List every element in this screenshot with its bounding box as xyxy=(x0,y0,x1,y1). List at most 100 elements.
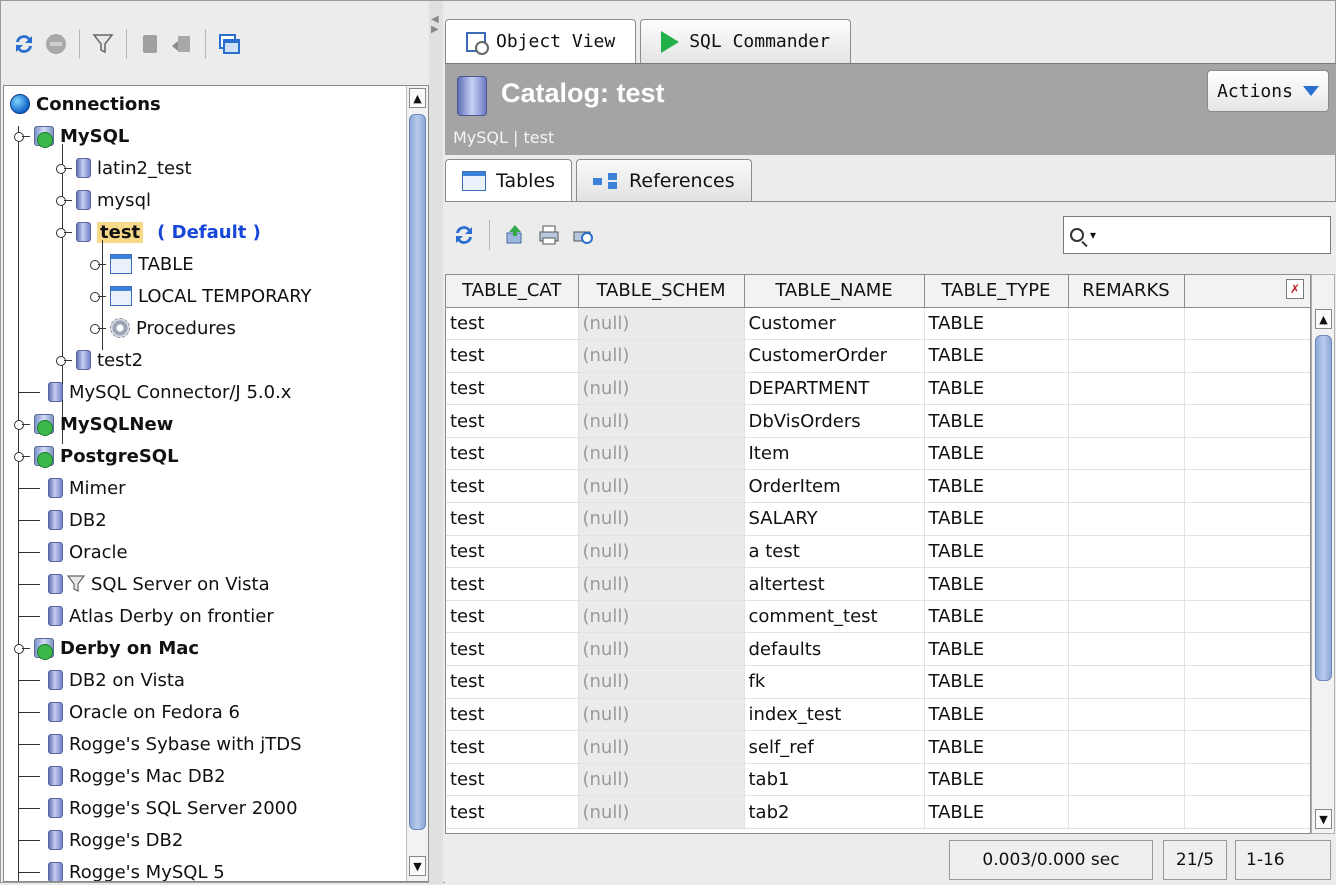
table-cell[interactable]: defaults xyxy=(744,632,925,667)
expand-handle[interactable] xyxy=(14,416,30,432)
scroll-up-button[interactable]: ▲ xyxy=(409,88,426,108)
table-cell[interactable]: OrderItem xyxy=(744,469,925,504)
table-cell[interactable]: TABLE xyxy=(924,763,1069,797)
table-cell[interactable]: TABLE xyxy=(924,567,1069,601)
column-header[interactable]: TABLE_CAT xyxy=(446,275,579,308)
tree-item-mysql-connector[interactable]: MySQL Connector/J 5.0.x xyxy=(18,376,291,408)
table-cell[interactable]: TABLE xyxy=(924,665,1069,699)
expand-handle[interactable] xyxy=(56,192,72,208)
table-cell[interactable]: (null) xyxy=(578,795,745,829)
table-row[interactable]: test (null) defaults TABLE xyxy=(446,632,1310,667)
tree-item-derby-mac[interactable]: Derby on Mac xyxy=(14,632,199,664)
expand-handle[interactable] xyxy=(14,640,30,656)
table-cell[interactable]: tab2 xyxy=(744,795,925,829)
table-row[interactable]: test (null) CustomerOrder TABLE xyxy=(446,339,1310,373)
table-cell[interactable] xyxy=(1068,632,1185,667)
table-cell[interactable]: a test xyxy=(744,535,925,569)
table-cell[interactable]: TABLE xyxy=(924,469,1069,504)
tree-item-table[interactable]: TABLE xyxy=(90,248,194,280)
table-cell[interactable]: (null) xyxy=(578,469,745,504)
collapse-left-icon[interactable]: ◀ ▶ xyxy=(431,15,439,35)
tree-item-oracle-fedora[interactable]: Oracle on Fedora 6 xyxy=(18,696,240,728)
table-cell[interactable]: test xyxy=(446,502,579,536)
table-row[interactable]: test (null) altertest TABLE xyxy=(446,567,1310,601)
table-cell[interactable] xyxy=(1068,567,1185,601)
table-cell[interactable]: fk xyxy=(744,665,925,699)
expand-handle[interactable] xyxy=(56,160,72,176)
grid-scrollbar[interactable]: ▲ ▼ xyxy=(1311,274,1335,834)
column-header[interactable]: REMARKS xyxy=(1068,275,1185,308)
table-cell[interactable]: altertest xyxy=(744,567,925,601)
table-cell[interactable]: TABLE xyxy=(924,502,1069,536)
table-cell[interactable]: test xyxy=(446,307,579,341)
windows-icon[interactable] xyxy=(216,31,242,57)
table-cell[interactable]: (null) xyxy=(578,567,745,601)
table-cell[interactable]: (null) xyxy=(578,600,745,634)
expand-handle[interactable] xyxy=(56,352,72,368)
tree-item-mysql-db[interactable]: mysql xyxy=(56,184,151,216)
table-cell[interactable]: TABLE xyxy=(924,730,1069,764)
table-cell[interactable]: (null) xyxy=(578,698,745,732)
table-cell[interactable]: test xyxy=(446,795,579,829)
export-icon[interactable] xyxy=(502,222,528,248)
table-cell[interactable]: (null) xyxy=(578,730,745,764)
scroll-up-button[interactable]: ▲ xyxy=(1315,309,1332,329)
table-cell[interactable]: test xyxy=(446,600,579,634)
tree-item-test[interactable]: test ( Default ) xyxy=(56,216,261,248)
filter-icon[interactable] xyxy=(90,31,116,57)
table-cell[interactable]: (null) xyxy=(578,763,745,797)
tab-references[interactable]: References xyxy=(576,159,752,201)
tree-item-oracle[interactable]: Oracle xyxy=(18,536,128,568)
table-cell[interactable]: TABLE xyxy=(924,404,1069,438)
database-icon[interactable] xyxy=(137,31,163,57)
table-row[interactable]: test (null) comment_test TABLE xyxy=(446,600,1310,634)
table-cell[interactable]: TABLE xyxy=(924,372,1069,406)
expand-handle[interactable] xyxy=(56,224,72,240)
tree-item-local-temporary[interactable]: LOCAL TEMPORARY xyxy=(90,280,312,312)
table-cell[interactable]: (null) xyxy=(578,307,745,341)
table-cell[interactable]: (null) xyxy=(578,535,745,569)
tree-item-test2[interactable]: test2 xyxy=(56,344,143,376)
table-cell[interactable]: test xyxy=(446,404,579,438)
tree-item-rogge-mac-db2[interactable]: Rogge's Mac DB2 xyxy=(18,760,226,792)
scroll-down-button[interactable]: ▼ xyxy=(409,856,426,876)
column-header[interactable]: TABLE_NAME xyxy=(744,275,925,308)
table-cell[interactable]: Item xyxy=(744,437,925,471)
tree-item-mysql[interactable]: MySQL xyxy=(14,120,129,152)
table-row[interactable]: test (null) a test TABLE xyxy=(446,535,1310,569)
column-header[interactable]: TABLE_SCHEM xyxy=(578,275,745,308)
table-row[interactable]: test (null) self_ref TABLE xyxy=(446,730,1310,764)
table-cell[interactable]: Customer xyxy=(744,307,925,341)
scroll-thumb[interactable] xyxy=(409,114,426,830)
tree-item-mimer[interactable]: Mimer xyxy=(18,472,126,504)
column-header[interactable]: TABLE_TYPE xyxy=(924,275,1069,308)
pane-splitter[interactable]: ◀ ▶ xyxy=(429,1,443,884)
tab-object-view[interactable]: Object View xyxy=(445,19,637,63)
table-cell[interactable]: SALARY xyxy=(744,502,925,536)
table-cell[interactable]: test xyxy=(446,632,579,667)
table-cell[interactable] xyxy=(1068,730,1185,764)
tree-item-rogge-db2[interactable]: Rogge's DB2 xyxy=(18,824,183,856)
expand-handle[interactable] xyxy=(90,256,106,272)
table-cell[interactable]: self_ref xyxy=(744,730,925,764)
refresh-icon[interactable] xyxy=(11,31,37,57)
tree-item-db2[interactable]: DB2 xyxy=(18,504,107,536)
table-cell[interactable] xyxy=(1068,535,1185,569)
table-cell[interactable] xyxy=(1068,698,1185,732)
actions-button[interactable]: Actions xyxy=(1207,70,1329,112)
scroll-down-button[interactable]: ▼ xyxy=(1315,809,1332,829)
table-row[interactable]: test (null) fk TABLE xyxy=(446,665,1310,699)
tree-item-rogge-mysql5[interactable]: Rogge's MySQL 5 xyxy=(18,856,225,881)
connection-tree[interactable]: Connections MySQL latin2_test mysql test… xyxy=(3,85,429,882)
column-chooser-icon[interactable]: ✗ xyxy=(1286,279,1304,299)
table-cell[interactable]: (null) xyxy=(578,404,745,438)
table-cell[interactable]: (null) xyxy=(578,665,745,699)
table-cell[interactable]: TABLE xyxy=(924,795,1069,829)
table-cell[interactable]: test xyxy=(446,339,579,373)
table-cell[interactable] xyxy=(1068,502,1185,536)
expand-handle[interactable] xyxy=(90,320,106,336)
table-cell[interactable]: TABLE xyxy=(924,535,1069,569)
scroll-thumb[interactable] xyxy=(1315,335,1332,681)
table-cell[interactable]: test xyxy=(446,469,579,504)
chevron-down-icon[interactable]: ▾ xyxy=(1090,228,1096,242)
